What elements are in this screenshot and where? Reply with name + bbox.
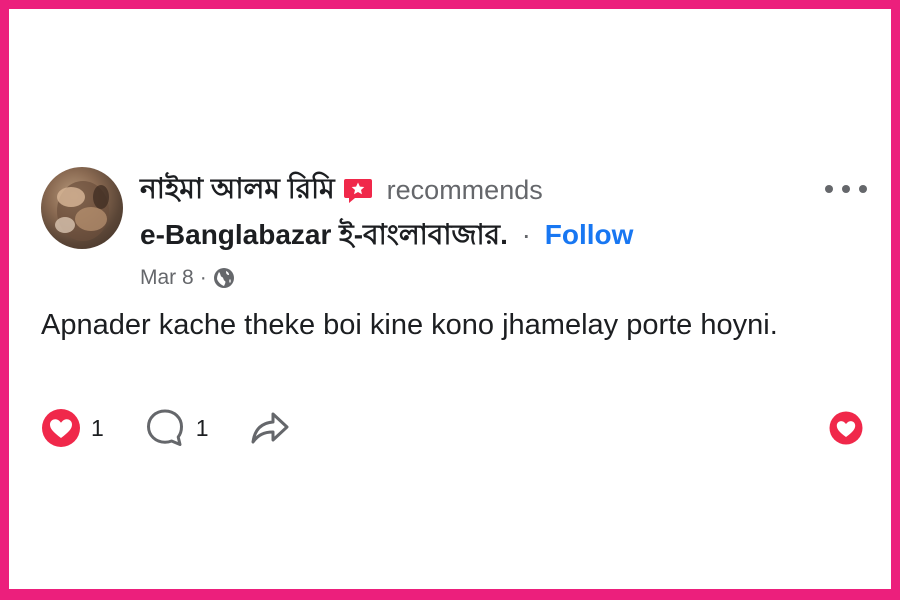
post-body: Apnader kache theke boi kine kono jhamel…: [41, 309, 778, 341]
action-bar: 1 1: [41, 407, 331, 449]
page-name[interactable]: e-Banglabazar ই-বাংলাবাজার.: [140, 219, 508, 250]
recommends-label: recommends: [386, 175, 543, 205]
comment-icon: [146, 409, 183, 446]
comment-count: 1: [195, 414, 209, 441]
share-button[interactable]: [249, 407, 291, 449]
globe-icon[interactable]: [213, 267, 235, 289]
author-name[interactable]: নাইমা আলম রিমি: [140, 167, 335, 214]
react-heart-icon[interactable]: [829, 411, 863, 445]
separator-dot: ·: [521, 219, 531, 250]
author-line: নাইমা আলম রিমি recommends: [140, 167, 543, 214]
post-meta: Mar 8 ·: [140, 266, 235, 290]
more-options-icon[interactable]: [825, 177, 867, 201]
post-card: নাইমা আলম রিমি recommends e-Banglabazar …: [9, 9, 891, 589]
like-count: 1: [91, 414, 104, 441]
follow-button[interactable]: Follow: [545, 219, 634, 250]
meta-separator: ·: [199, 266, 207, 289]
share-icon: [251, 412, 289, 444]
page-line: e-Banglabazar ই-বাংলাবাজার. · Follow: [140, 213, 633, 260]
recommend-badge-icon: [343, 177, 373, 205]
avatar[interactable]: [41, 167, 123, 249]
like-button[interactable]: 1: [41, 408, 104, 448]
heart-icon: [42, 409, 80, 447]
comment-button[interactable]: 1: [144, 407, 209, 449]
post-date[interactable]: Mar 8: [140, 266, 194, 290]
